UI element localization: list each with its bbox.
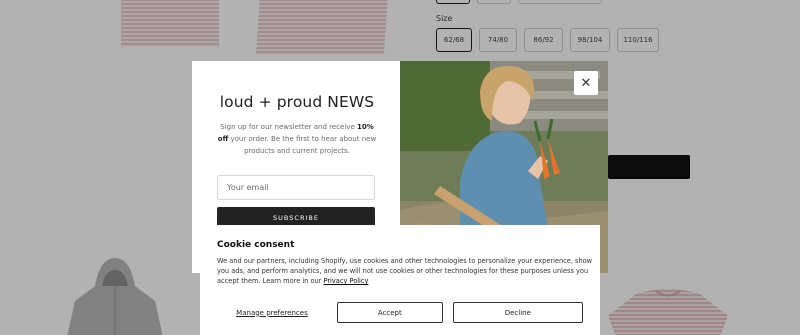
cookie-description: We and our partners, including Shopify, … [217, 257, 593, 285]
cookie-consent-banner: Cookie consent We and our partners, incl… [200, 225, 600, 335]
privacy-policy-link[interactable]: Privacy Policy [323, 277, 368, 285]
email-input[interactable] [217, 175, 375, 200]
newsletter-description: Sign up for our newsletter and receive 1… [217, 123, 377, 155]
cookie-title: Cookie consent [217, 240, 295, 250]
close-modal-button[interactable]: ✕ [574, 71, 598, 95]
cookie-actions: Manage preferences Accept Decline [217, 302, 583, 323]
close-icon: ✕ [580, 75, 592, 91]
accept-button[interactable]: Accept [336, 302, 443, 323]
newsletter-title: loud + proud NEWS [219, 93, 375, 111]
decline-button[interactable]: Decline [452, 302, 583, 323]
manage-preferences-link[interactable]: Manage preferences [217, 302, 327, 323]
